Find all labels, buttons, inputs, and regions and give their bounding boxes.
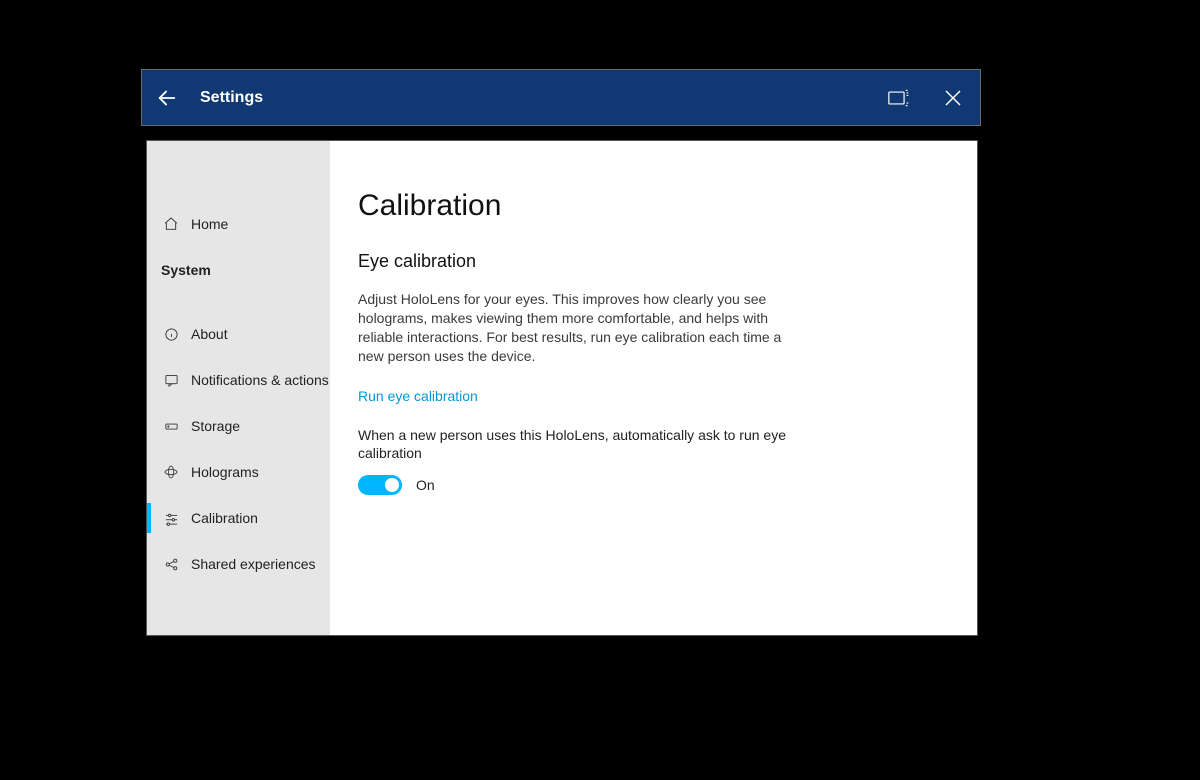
- hologram-icon: [161, 464, 181, 480]
- sidebar-item-label: Holograms: [191, 464, 259, 480]
- run-eye-calibration-link[interactable]: Run eye calibration: [358, 388, 478, 404]
- sidebar-item-holograms[interactable]: Holograms: [147, 449, 330, 495]
- sidebar-category-label: System: [161, 262, 211, 278]
- window-title: Settings: [200, 89, 263, 107]
- back-button[interactable]: [142, 69, 192, 126]
- sidebar-item-storage[interactable]: Storage: [147, 403, 330, 449]
- sidebar-item-label: About: [191, 326, 228, 342]
- sliders-icon: [161, 511, 181, 526]
- titlebar: Settings: [141, 69, 981, 126]
- sidebar-item-label: Shared experiences: [191, 556, 316, 572]
- content-area: Calibration Eye calibration Adjust HoloL…: [330, 141, 977, 635]
- sidebar-item-calibration[interactable]: Calibration: [147, 495, 330, 541]
- toggle-description: When a new person uses this HoloLens, au…: [358, 426, 788, 464]
- close-icon: [944, 89, 962, 107]
- section-heading: Eye calibration: [358, 251, 949, 272]
- share-icon: [161, 557, 181, 572]
- message-icon: [161, 373, 181, 388]
- auto-calibration-toggle-row: On: [358, 475, 949, 495]
- sidebar-item-label: Storage: [191, 418, 240, 434]
- sidebar-item-notifications[interactable]: Notifications & actions: [147, 357, 330, 403]
- home-icon: [161, 216, 181, 232]
- arrow-left-icon: [156, 87, 178, 109]
- follow-me-button[interactable]: [872, 69, 926, 126]
- sidebar-item-shared-experiences[interactable]: Shared experiences: [147, 541, 330, 587]
- storage-icon: [161, 419, 181, 434]
- close-button[interactable]: [926, 69, 980, 126]
- sidebar-item-label: Calibration: [191, 510, 258, 526]
- auto-calibration-toggle[interactable]: [358, 475, 402, 495]
- sidebar-item-label: Home: [191, 216, 228, 232]
- sidebar-item-about[interactable]: About: [147, 311, 330, 357]
- info-icon: [161, 327, 181, 342]
- settings-window: Home System About: [146, 140, 978, 636]
- toggle-state-label: On: [416, 477, 435, 493]
- sidebar-item-label: Notifications & actions: [191, 372, 329, 388]
- section-description: Adjust HoloLens for your eyes. This impr…: [358, 290, 788, 366]
- follow-me-icon: [888, 89, 910, 107]
- sidebar: Home System About: [147, 141, 330, 635]
- sidebar-item-home[interactable]: Home: [147, 201, 330, 247]
- sidebar-category-system: System: [147, 247, 330, 293]
- page-heading: Calibration: [358, 189, 949, 223]
